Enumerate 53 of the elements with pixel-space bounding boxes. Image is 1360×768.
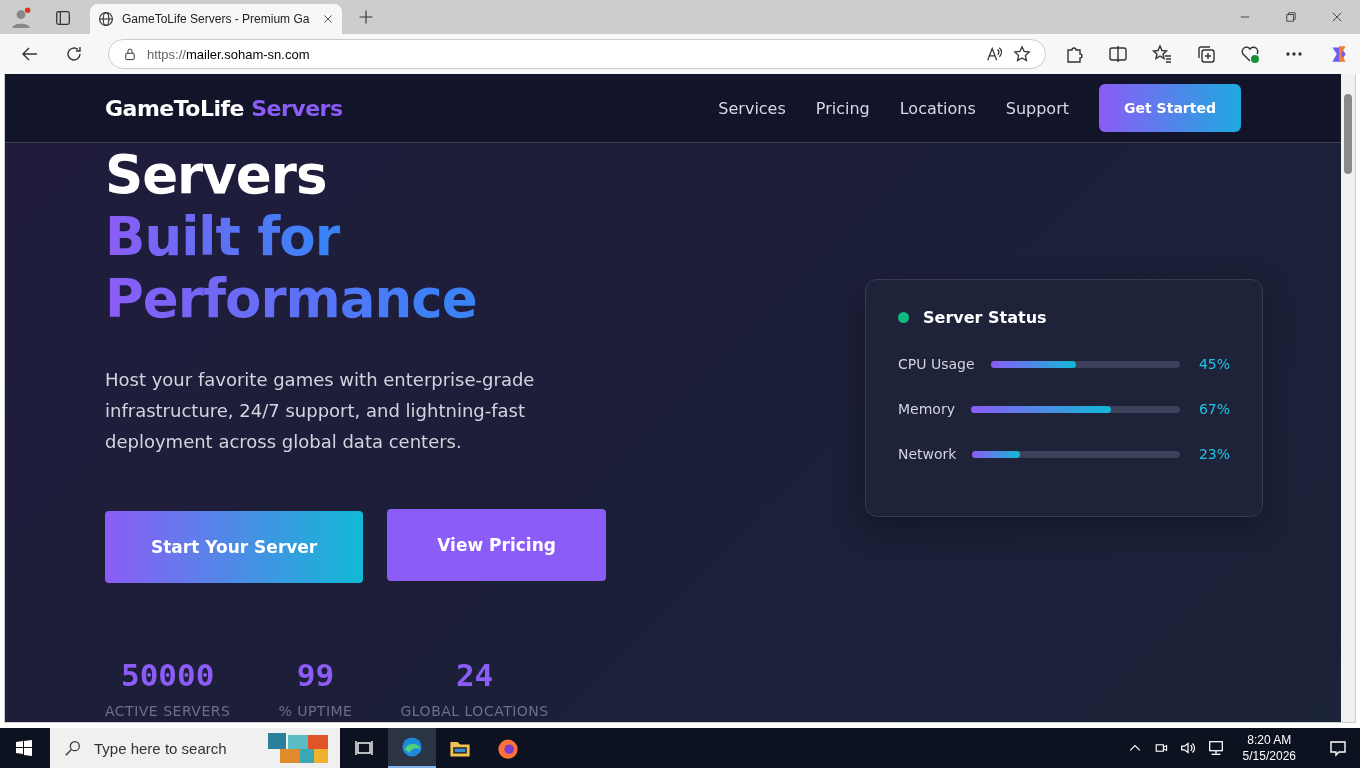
nav-link[interactable]: Support [1005, 98, 1069, 118]
metric-name: Memory [898, 401, 955, 417]
search-icon[interactable] [64, 739, 82, 757]
stat-value: 24 [455, 657, 494, 693]
clock-time[interactable]: 8:20 AM [1247, 732, 1292, 748]
lock-icon[interactable] [122, 47, 137, 61]
health-heart-icon[interactable] [1240, 44, 1260, 64]
nav-link[interactable]: Locations [899, 98, 976, 118]
close-icon[interactable] [1331, 11, 1343, 23]
read-aloud-icon[interactable] [985, 45, 1003, 63]
address-bar[interactable]: https://mailer.soham-sn.com [107, 39, 1046, 69]
metric-reading: 67% [1197, 401, 1230, 417]
edge-browser-icon[interactable] [400, 735, 424, 759]
close-icon[interactable] [322, 13, 334, 25]
brand-logo[interactable]: GameToLife Servers [105, 95, 343, 121]
start-server-button[interactable]: Start Your Server [105, 511, 364, 583]
metric-name: Network [898, 446, 957, 462]
task-view-icon[interactable] [354, 738, 374, 758]
metric-name: CPU Usage [898, 356, 975, 372]
hero-description: Host your favorite games with enterprise-grade infrastructure, 24/7 support, and lightning-fast deployment across global data centers. [105, 368, 536, 454]
notifications-icon[interactable] [1328, 738, 1348, 758]
puzzle-pieces-icon [268, 731, 330, 765]
hero-heading-line: Servers [105, 144, 328, 206]
split-screen-icon[interactable] [1108, 44, 1128, 64]
scrollbar-thumb[interactable] [1344, 94, 1352, 174]
restore-icon[interactable] [1285, 11, 1297, 23]
new-tab-icon[interactable] [358, 9, 374, 25]
card-title: Server Status [923, 308, 1047, 327]
clock-date[interactable]: 5/15/2026 [1242, 748, 1296, 764]
stat-value: 50000 [121, 657, 215, 693]
nav-link[interactable]: Services [718, 98, 786, 118]
stat-value: 99 [296, 657, 335, 693]
globe-icon[interactable] [98, 11, 114, 27]
search-placeholder: Type here to search [94, 739, 228, 757]
stat-label: GLOBAL LOCATIONS [400, 703, 549, 719]
windows-start-icon[interactable] [14, 738, 34, 758]
browser-tab[interactable]: GameToLife Servers - Premium Ga [90, 4, 342, 34]
extensions-icon[interactable] [1064, 44, 1084, 64]
profile-icon[interactable] [10, 7, 32, 29]
get-started-button[interactable]: Get Started [1099, 84, 1241, 132]
scrollbar[interactable] [1341, 74, 1355, 722]
favorite-star-icon[interactable] [1013, 45, 1031, 63]
favorites-icon[interactable] [1152, 44, 1172, 64]
metric-reading: 23% [1197, 446, 1230, 462]
view-pricing-button[interactable]: View Pricing [387, 509, 606, 581]
taskbar-search-field[interactable]: Type here to search [50, 728, 340, 768]
tab-actions-icon[interactable] [54, 9, 72, 27]
network-icon[interactable] [1206, 738, 1225, 758]
metric-reading: 45% [1197, 356, 1230, 372]
nav-link[interactable]: Pricing [815, 98, 870, 118]
collections-icon[interactable] [1196, 44, 1216, 64]
stat-label: % UPTIME [278, 703, 353, 719]
stat-label: ACTIVE SERVERS [105, 703, 231, 719]
